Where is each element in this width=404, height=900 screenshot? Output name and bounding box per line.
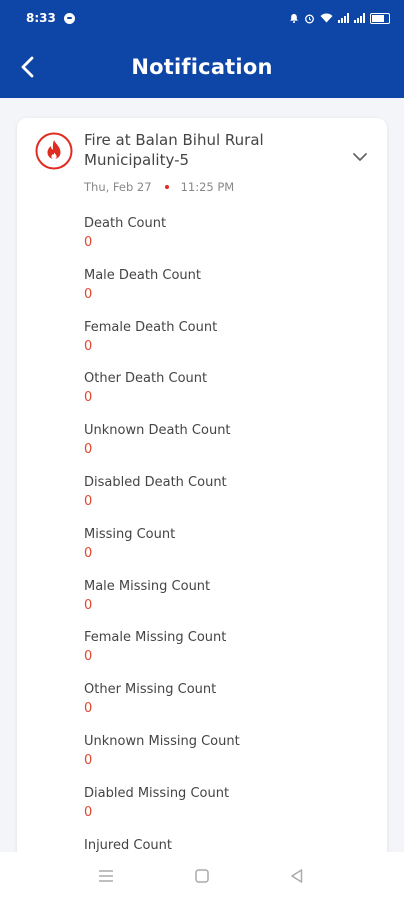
field-value: 0: [84, 442, 93, 458]
wifi-icon: [320, 13, 333, 23]
field-value: 0: [84, 493, 93, 509]
field-label: Male Missing Count: [84, 578, 211, 594]
field-missing-count: Missing Count 0: [84, 526, 374, 578]
messenger-icon: [63, 12, 75, 24]
field-unknown-death-count: Unknown Death Count 0: [84, 422, 374, 474]
field-label: Disabled Death Count: [84, 474, 227, 490]
field-label: Male Death Count: [84, 267, 201, 283]
field-female-missing-count: Female Missing Count 0: [84, 629, 374, 681]
status-icons: [289, 12, 390, 24]
field-value: 0: [84, 338, 93, 354]
incident-time: 11:25 PM: [180, 180, 235, 194]
separator-dot: [164, 185, 169, 189]
mute-icon: [290, 13, 298, 23]
signal-icon: [338, 13, 349, 23]
field-disabled-death-count: Disabled Death Count 0: [84, 474, 374, 526]
field-label: Death Count: [84, 216, 167, 231]
field-value: 0: [84, 649, 93, 665]
alarm-icon: [305, 14, 314, 23]
page-title: Notification: [131, 55, 273, 79]
field-label: Diabled Missing Count: [84, 785, 230, 801]
incident-datetime: Thu, Feb 27 11:25 PM: [84, 180, 234, 194]
incident-title: Fire at Balan Bihul Rural Municipality-5: [84, 131, 264, 169]
field-death-count: Death Count 0: [84, 215, 374, 267]
field-male-death-count: Male Death Count 0: [84, 267, 374, 319]
status-time: 8:33: [26, 11, 56, 25]
field-value: 0: [84, 286, 93, 302]
field-label: Female Death Count: [84, 319, 218, 335]
back-triangle-icon[interactable]: [289, 868, 305, 884]
field-label: Other Death Count: [84, 371, 208, 387]
field-value: 0: [84, 235, 93, 250]
detail-fields: Death Count 0 Male Death Count 0 Female …: [84, 215, 374, 878]
field-other-missing-count: Other Missing Count 0: [84, 681, 374, 733]
field-other-death-count: Other Death Count 0: [84, 370, 374, 422]
fire-icon: [35, 132, 73, 170]
field-female-death-count: Female Death Count 0: [84, 319, 374, 371]
field-value: 0: [84, 597, 93, 613]
field-label: Unknown Death Count: [84, 423, 231, 439]
field-value: 0: [84, 701, 93, 717]
field-label: Unknown Missing Count: [84, 733, 240, 749]
field-value: 0: [84, 752, 93, 768]
chevron-down-icon[interactable]: [351, 150, 369, 164]
notification-card[interactable]: Fire at Balan Bihul Rural Municipality-5…: [17, 118, 387, 878]
field-label: Other Missing Count: [84, 682, 217, 698]
field-value: 0: [84, 545, 93, 561]
field-value: 0: [84, 390, 93, 406]
field-unknown-missing-count: Unknown Missing Count 0: [84, 733, 374, 785]
battery-icon: [370, 12, 390, 24]
field-value: 0: [84, 804, 93, 820]
system-nav-bar: [0, 852, 404, 900]
menu-icon[interactable]: [97, 868, 115, 884]
back-button[interactable]: [14, 53, 42, 81]
field-label: Missing Count: [84, 526, 176, 542]
field-label: Female Missing Count: [84, 630, 227, 646]
incident-date: Thu, Feb 27: [84, 180, 152, 194]
app-bar: Notification: [0, 36, 404, 98]
field-disabled-missing-count: Diabled Missing Count 0: [84, 785, 374, 837]
signal-icon-2: [354, 13, 365, 23]
status-bar: 8:33: [0, 0, 404, 36]
back-arrow-icon: [21, 56, 34, 78]
field-male-missing-count: Male Missing Count 0: [84, 578, 374, 630]
home-square-icon[interactable]: [194, 868, 210, 884]
